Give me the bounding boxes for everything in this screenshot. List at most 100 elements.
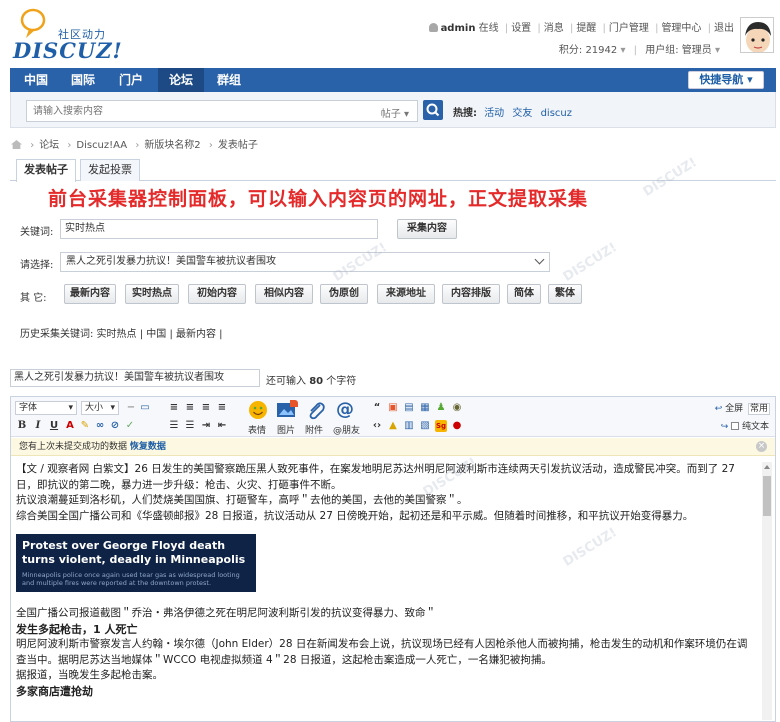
- unordered-list-icon[interactable]: ☰: [184, 420, 196, 432]
- simplified-button[interactable]: 简体: [507, 284, 541, 304]
- link-icon[interactable]: ∞: [94, 420, 106, 432]
- italic-icon[interactable]: I: [32, 420, 44, 432]
- image-headline: Protest over George Floyd death turns vi…: [22, 539, 246, 566]
- close-icon[interactable]: ×: [756, 441, 767, 452]
- subheading: 发生多起枪击，1 人死亡: [16, 622, 138, 636]
- font-family-select[interactable]: 字体 ▾: [15, 401, 77, 415]
- sign-icon[interactable]: Sg: [435, 420, 447, 432]
- quote-icon[interactable]: “: [371, 402, 383, 414]
- post-title-input[interactable]: 黑人之死引发暴力抗议！美国警车被抗议者围攻: [10, 369, 260, 387]
- link-admin-center[interactable]: 管理中心: [661, 23, 701, 34]
- pseudo-original-button[interactable]: 伪原创: [320, 284, 368, 304]
- article-select[interactable]: 黑人之死引发暴力抗议！美国警车被抗议者围攻: [60, 252, 550, 272]
- plain-text-toggle[interactable]: ↪ 纯文本: [721, 419, 769, 432]
- image-caption-line: 全国广播公司报道截图＂乔治・弗洛伊德之死在明尼阿波利斯引发的抗议变得暴力、致命＂: [16, 607, 436, 619]
- free-icon[interactable]: ●: [451, 420, 463, 432]
- hot-term[interactable]: discuz: [541, 108, 572, 119]
- scroll-up-icon[interactable]: [764, 465, 770, 469]
- usergroup-link[interactable]: 用户组: 管理员: [645, 45, 712, 56]
- link-messages[interactable]: 消息: [544, 23, 564, 34]
- user-icon[interactable]: ♟: [435, 402, 447, 414]
- nav-item-china[interactable]: 中国: [16, 68, 56, 92]
- chevron-down-icon: [534, 254, 545, 265]
- align-left-icon[interactable]: ≡: [168, 402, 180, 414]
- breadcrumb-board[interactable]: 新版块名称2: [144, 140, 200, 151]
- nav-item-forum[interactable]: 论坛: [158, 68, 204, 92]
- site-logo[interactable]: 社区动力 DISCUZ!: [13, 8, 133, 64]
- media-icon[interactable]: ▥: [403, 420, 415, 432]
- breadcrumb-current: 发表帖子: [217, 140, 258, 151]
- table-icon[interactable]: ▤: [403, 402, 415, 414]
- paragraph: 【文 / 观察者网 白紫文】26 日发生的美国警察跪压黑人致死事件，在案发地明尼…: [16, 463, 735, 491]
- align-center-icon[interactable]: ≡: [184, 402, 196, 414]
- unlink-icon[interactable]: ⊘: [109, 420, 121, 432]
- similar-content-button[interactable]: 相似内容: [255, 284, 313, 304]
- choose-label: 请选择:: [20, 260, 54, 271]
- flash-icon[interactable]: ▦: [419, 402, 431, 414]
- home-icon[interactable]: [11, 140, 22, 149]
- link-logout[interactable]: 退出: [714, 23, 734, 34]
- link-reminders[interactable]: 提醒: [576, 23, 596, 34]
- format-brush-icon[interactable]: ✓: [124, 420, 136, 432]
- search-input[interactable]: [27, 101, 347, 121]
- online-status[interactable]: 在线: [479, 23, 499, 34]
- plain-text-checkbox[interactable]: [731, 422, 740, 430]
- underline-icon[interactable]: U: [48, 420, 60, 432]
- keyword-label: 关键词:: [20, 227, 54, 238]
- quick-nav-button[interactable]: 快捷导航 ▾: [688, 71, 764, 89]
- nav-item-international[interactable]: 国际: [62, 68, 104, 92]
- latest-content-button[interactable]: 最新内容: [64, 284, 116, 304]
- traditional-button[interactable]: 繁体: [548, 284, 582, 304]
- image-icon: [277, 400, 298, 417]
- keyword-input[interactable]: 实时热点: [60, 219, 378, 239]
- realtime-hot-button[interactable]: 实时热点: [125, 284, 179, 304]
- indent-icon[interactable]: ⇥: [200, 420, 212, 432]
- breadcrumb-category[interactable]: Discuz!AA: [76, 140, 127, 151]
- font-color-icon[interactable]: A: [64, 420, 76, 432]
- collect-content-button[interactable]: 采集内容: [397, 219, 457, 239]
- hot-term[interactable]: 交友: [512, 108, 532, 119]
- align-justify-icon[interactable]: ≡: [216, 402, 228, 414]
- editor-scrollbar[interactable]: [762, 462, 772, 720]
- search-button[interactable]: [423, 100, 443, 120]
- code-icon[interactable]: ‹›: [371, 420, 383, 432]
- avatar-face-icon: [745, 22, 771, 52]
- image-caption: Minneapolis police once again used tear …: [22, 571, 240, 587]
- nav-item-portal[interactable]: 门户: [110, 68, 152, 92]
- points-link[interactable]: 积分: 21942: [559, 45, 617, 56]
- avatar[interactable]: [740, 17, 774, 53]
- clock-icon[interactable]: ◉: [451, 402, 463, 414]
- at-icon: @: [336, 399, 354, 420]
- link-portal-admin[interactable]: 门户管理: [609, 23, 649, 34]
- ordered-list-icon[interactable]: ☰: [168, 420, 180, 432]
- editor-content[interactable]: 【文 / 观察者网 白紫文】26 日发生的美国警察跪压黑人致死事件，在案发地明尼…: [16, 462, 754, 699]
- common-button[interactable]: 常用: [748, 403, 770, 415]
- nav-item-groups[interactable]: 群组: [208, 68, 250, 92]
- breadcrumb-forum[interactable]: 论坛: [39, 140, 59, 151]
- hot-search: 热搜: 活动 交友 discuz: [453, 104, 577, 119]
- audio-icon[interactable]: ▧: [419, 420, 431, 432]
- source-url-button[interactable]: 来源地址: [377, 284, 435, 304]
- outdent-icon[interactable]: ⇤: [216, 420, 228, 432]
- tab-new-poll[interactable]: 发起投票: [80, 159, 140, 181]
- font-size-select[interactable]: 大小 ▾: [81, 401, 119, 415]
- username-link[interactable]: admin: [441, 23, 476, 34]
- initial-content-button[interactable]: 初始内容: [188, 284, 246, 304]
- search-type-select[interactable]: 帖子 ▾: [381, 105, 409, 120]
- tab-new-post[interactable]: 发表帖子: [16, 159, 76, 182]
- link-settings[interactable]: 设置: [511, 23, 531, 34]
- bold-icon[interactable]: B: [16, 420, 28, 432]
- fullscreen-button[interactable]: 全屏: [725, 404, 743, 414]
- align-right-icon[interactable]: ≡: [200, 402, 212, 414]
- hide-icon[interactable]: ▲: [387, 420, 399, 432]
- content-layout-button[interactable]: 内容排版: [442, 284, 500, 304]
- minus-icon[interactable]: −: [125, 402, 137, 414]
- block-icon[interactable]: ▭: [139, 402, 151, 414]
- highlight-icon[interactable]: ✎: [79, 420, 91, 432]
- history-keywords: 历史采集关键词: 实时热点 | 中国 | 最新内容 |: [20, 329, 223, 340]
- hot-term[interactable]: 活动: [484, 108, 504, 119]
- rich-text-editor: 字体 ▾ 大小 ▾ − ▭ ≡ ≡ ≡ ≡ B I U A ✎ ∞ ⊘ ✓ ☰ ☰ …: [10, 396, 776, 722]
- lock-icon[interactable]: ▣: [387, 402, 399, 414]
- scroll-thumb[interactable]: [763, 476, 771, 516]
- restore-data-link[interactable]: 恢复数据: [130, 442, 166, 452]
